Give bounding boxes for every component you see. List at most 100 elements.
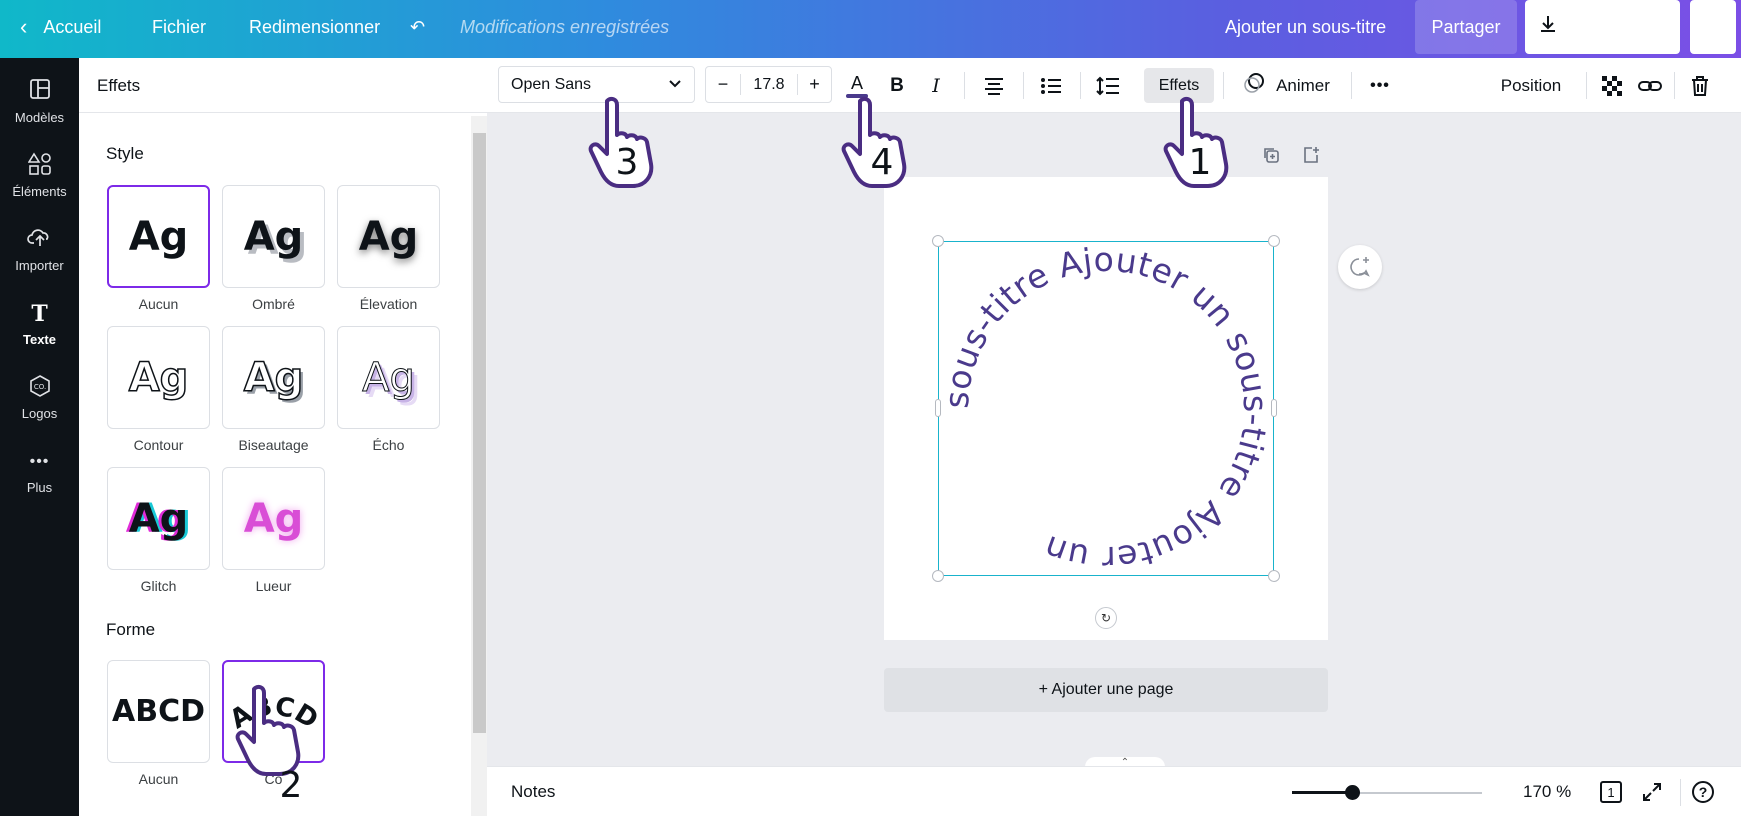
italic-button[interactable]: I [919, 58, 953, 113]
zoom-level[interactable]: 170 % [1523, 767, 1571, 816]
style-sample: Ag [358, 213, 419, 260]
help-button[interactable]: ? [1692, 767, 1714, 816]
text-icon: T [31, 301, 48, 327]
document-title[interactable]: Ajouter un sous-titre [1225, 0, 1386, 54]
resize-handle[interactable] [1268, 570, 1280, 582]
download-button[interactable]: Télécharger [1525, 0, 1680, 54]
shape-sample: ABCD [111, 694, 205, 729]
step-number: 2 [279, 765, 303, 806]
trash-icon[interactable] [1683, 58, 1717, 113]
resize-handle[interactable] [935, 399, 941, 417]
line-spacing-icon[interactable] [1089, 58, 1127, 113]
style-sample: Ag [243, 354, 304, 402]
add-page-button[interactable]: + Ajouter une page [884, 668, 1328, 712]
duplicate-page-icon[interactable] [1262, 146, 1280, 169]
shape-none-tile[interactable]: ABCD [107, 660, 210, 763]
style-sample: Ag [128, 354, 189, 402]
style-sample: Ag [128, 213, 189, 260]
vertical-scrollbar[interactable] [1728, 113, 1741, 758]
transparency-icon[interactable] [1596, 58, 1628, 113]
sidebar-item-label: Logos [21, 406, 58, 421]
style-shadow-tile[interactable]: Ag [222, 185, 325, 288]
style-outline-tile[interactable]: Ag [107, 326, 210, 429]
undo-icon[interactable]: ↶ [410, 0, 425, 54]
divider [1080, 72, 1081, 99]
sidebar-item-logos[interactable]: CO. Logos [0, 374, 79, 421]
notes-button[interactable]: Notes [511, 767, 555, 816]
sidebar-item-upload[interactable]: Importer [0, 226, 79, 273]
list-icon[interactable] [1032, 58, 1070, 113]
style-label: Lueur [255, 578, 292, 594]
shape-label: Aucun [138, 771, 179, 787]
font-family-value: Open Sans [511, 75, 592, 93]
style-glitch-tile[interactable]: Ag [107, 467, 210, 570]
position-button[interactable]: Position [1487, 58, 1575, 113]
divider [1023, 72, 1024, 99]
sidebar-item-text[interactable]: T Texte [0, 300, 79, 347]
more-dots-icon: ••• [29, 453, 50, 470]
animate-button[interactable]: Animer [1232, 58, 1340, 113]
layout-icon [0, 78, 79, 106]
help-icon: ? [1692, 781, 1714, 803]
divider [79, 112, 487, 113]
page-count-button[interactable]: 1 [1600, 767, 1622, 816]
add-page-icon[interactable] [1302, 146, 1320, 169]
divider [964, 72, 965, 99]
resize-handle[interactable] [932, 235, 944, 247]
style-bevel-tile[interactable]: Ag [222, 326, 325, 429]
shape-section-title: Forme [106, 620, 156, 639]
resize-handle[interactable] [1268, 235, 1280, 247]
link-icon[interactable] [1633, 58, 1667, 113]
fullscreen-icon[interactable] [1642, 767, 1662, 816]
zoom-slider-handle[interactable] [1345, 785, 1360, 800]
chevron-down-icon [668, 76, 682, 94]
sidebar-item-more[interactable]: ••• Plus [0, 448, 79, 495]
style-label: Ombré [252, 296, 295, 312]
saved-status: Modifications enregistrées [460, 16, 670, 37]
selection-box [938, 241, 1274, 576]
text-color-icon: A [850, 72, 863, 93]
font-size-increase-button[interactable]: + [797, 74, 831, 95]
comment-icon[interactable] [1338, 245, 1382, 289]
shapes-icon [0, 152, 79, 180]
share-button[interactable]: Partager [1415, 0, 1517, 54]
style-lift-tile[interactable]: Ag [337, 185, 440, 288]
sidebar-item-label: Modèles [14, 110, 65, 125]
style-sample: Ag [243, 495, 304, 542]
sidebar-item-label: Éléments [12, 184, 67, 199]
style-glow-tile[interactable]: Ag [222, 467, 325, 570]
style-label: Aucun [138, 296, 179, 312]
divider [1674, 72, 1675, 99]
style-none-tile[interactable]: Ag [107, 185, 210, 288]
sidebar-item-templates[interactable]: Modèles [0, 78, 79, 125]
style-label: Biseautage [238, 437, 309, 453]
font-size-input[interactable]: 17.8 [741, 76, 797, 94]
chevron-left-icon: ‹ [20, 14, 28, 39]
align-center-icon[interactable] [975, 58, 1013, 113]
more-tools-button[interactable]: ••• [1360, 58, 1400, 113]
style-label: Élevation [359, 296, 418, 312]
download-label: Télécharger [1570, 16, 1667, 37]
rotate-icon[interactable]: ↻ [1095, 607, 1117, 629]
style-echo-tile[interactable]: Ag [337, 326, 440, 429]
style-sample: Ag [128, 495, 189, 542]
more-options-button[interactable]: ••• [1690, 0, 1736, 54]
sidebar-item-label: Plus [26, 480, 53, 495]
panel-title: Effets [97, 76, 141, 95]
home-link[interactable]: ‹ Accueil [20, 0, 101, 54]
resize-handle[interactable] [932, 570, 944, 582]
style-label: Glitch [140, 578, 177, 594]
file-menu[interactable]: Fichier [152, 0, 206, 54]
animate-icon [1242, 72, 1266, 99]
style-section-title: Style [106, 144, 144, 163]
resize-handle[interactable] [1271, 399, 1277, 417]
resize-menu[interactable]: Redimensionner [249, 0, 380, 54]
font-size-decrease-button[interactable]: − [706, 74, 741, 95]
panel-scrollbar-thumb[interactable] [473, 133, 486, 733]
sidebar-item-elements[interactable]: Éléments [0, 152, 79, 199]
home-label: Accueil [43, 16, 102, 37]
bottom-bar: Notes 170 % 1 ? [487, 766, 1741, 816]
sidebar-item-label: Texte [23, 332, 56, 347]
divider [1586, 72, 1587, 99]
left-sidebar: Modèles Éléments Importer T Texte CO. Lo… [0, 58, 79, 816]
